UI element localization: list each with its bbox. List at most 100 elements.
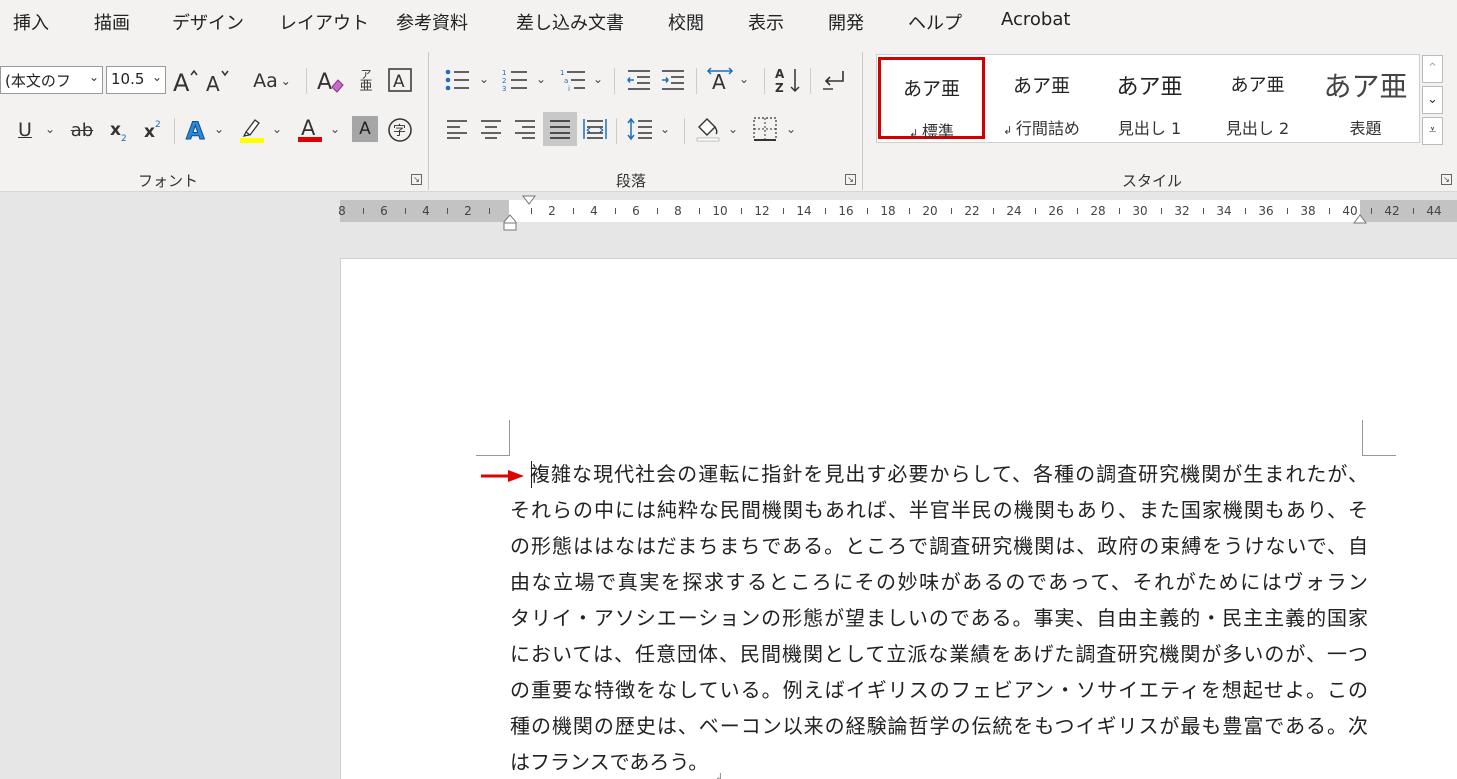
chevron-down-icon[interactable]: ⌄ bbox=[214, 122, 224, 136]
chevron-down-icon[interactable]: ⌄ bbox=[593, 72, 603, 86]
style-sample: あア亜 bbox=[1116, 75, 1183, 100]
styles-gallery: あア亜 ↲ 標準 あア亜 ↲ 行間詰め あア亜 見出し 1 あア亜 見出し 2 … bbox=[876, 54, 1420, 143]
style-name: ↲ 行間詰め bbox=[1003, 119, 1080, 138]
highlight-button[interactable] bbox=[236, 114, 268, 144]
gallery-scroll-up-icon[interactable]: ⌃ bbox=[1422, 55, 1443, 83]
distributed-button[interactable] bbox=[580, 114, 610, 144]
superscript-button[interactable]: x2 bbox=[140, 116, 166, 144]
svg-text:2: 2 bbox=[502, 77, 506, 85]
chevron-down-icon[interactable]: ⌄ bbox=[272, 122, 282, 136]
clear-formatting-button[interactable]: A bbox=[314, 66, 346, 96]
align-center-button[interactable] bbox=[476, 114, 506, 144]
font-size-combo[interactable]: 10.5 ⌄ bbox=[106, 66, 166, 94]
red-arrow-icon bbox=[481, 470, 524, 482]
tab-insert[interactable]: 挿入 bbox=[13, 9, 49, 35]
character-border-icon: A bbox=[388, 68, 412, 92]
character-shading-button[interactable]: A bbox=[352, 116, 378, 142]
tab-developer[interactable]: 開発 bbox=[828, 9, 864, 35]
style-heading-1[interactable]: あア亜 見出し 1 bbox=[1096, 57, 1203, 139]
svg-text:a: a bbox=[564, 77, 568, 85]
subscript-button[interactable]: x2 bbox=[106, 116, 132, 144]
chevron-down-icon[interactable]: ⌄ bbox=[739, 72, 749, 86]
tab-help[interactable]: ヘルプ bbox=[908, 9, 962, 35]
character-shading-icon: A bbox=[359, 119, 371, 139]
chevron-down-icon[interactable]: ⌄ bbox=[479, 72, 489, 86]
gallery-more-icon[interactable]: ⩡ bbox=[1422, 117, 1443, 145]
style-heading-2[interactable]: あア亜 見出し 2 bbox=[1204, 57, 1311, 139]
tab-mailings[interactable]: 差し込み文書 bbox=[516, 9, 624, 35]
character-width-button[interactable]: A bbox=[704, 64, 736, 94]
tab-acrobat[interactable]: Acrobat bbox=[1001, 9, 1070, 30]
sort-button[interactable]: AZ bbox=[772, 64, 804, 96]
tab-view[interactable]: 表示 bbox=[748, 9, 784, 35]
ruler-tick bbox=[489, 208, 490, 214]
chevron-down-icon[interactable]: ⌄ bbox=[728, 122, 738, 136]
increase-indent-button[interactable] bbox=[658, 66, 688, 94]
chevron-down-icon[interactable]: ⌄ bbox=[660, 122, 670, 136]
ruler-tick bbox=[447, 208, 448, 214]
tab-references[interactable]: 参考資料 bbox=[396, 9, 468, 35]
first-line-indent-marker-icon[interactable] bbox=[522, 195, 536, 205]
justify-button[interactable] bbox=[543, 112, 577, 146]
tab-review[interactable]: 校閲 bbox=[668, 9, 704, 35]
chevron-down-icon[interactable]: ⌄ bbox=[786, 122, 796, 136]
style-normal[interactable]: あア亜 ↲ 標準 bbox=[878, 57, 985, 141]
decrease-indent-button[interactable] bbox=[624, 66, 654, 94]
ruler-tick bbox=[825, 208, 826, 214]
font-name-combo[interactable]: (本文のフ ⌄ bbox=[0, 66, 103, 94]
underline-button[interactable]: U bbox=[12, 116, 38, 144]
tab-design[interactable]: デザイン bbox=[172, 9, 244, 35]
shrink-font-icon: A bbox=[206, 70, 229, 95]
chevron-down-icon[interactable]: ⌄ bbox=[536, 72, 546, 86]
ruler-number: 40 bbox=[1342, 204, 1358, 218]
change-case-button[interactable]: Aa ⌄ bbox=[248, 68, 296, 94]
multilevel-list-button[interactable]: 1ai bbox=[558, 66, 588, 94]
bullets-button[interactable] bbox=[442, 66, 472, 94]
horizontal-ruler[interactable]: 8 6 4 2 2 4 6 8 10 12 14 16 18 20 22 24 26 28 30 32 34 36 38 40… bbox=[338, 195, 1457, 231]
divider bbox=[174, 118, 175, 144]
paragraph-dialog-launcher-icon[interactable]: ↘ bbox=[845, 174, 856, 185]
tab-draw[interactable]: 描画 bbox=[94, 9, 130, 35]
chevron-down-icon[interactable]: ⌄ bbox=[330, 122, 340, 136]
justify-icon bbox=[550, 120, 570, 139]
tab-layout[interactable]: レイアウト bbox=[279, 9, 369, 35]
ruler-tick bbox=[1413, 208, 1414, 214]
align-right-button[interactable] bbox=[510, 114, 540, 144]
gallery-scroll-down-icon[interactable]: ⌄ bbox=[1422, 86, 1443, 114]
ruler-number: 34 bbox=[1216, 204, 1232, 218]
align-left-button[interactable] bbox=[442, 114, 472, 144]
borders-button[interactable] bbox=[750, 114, 780, 144]
font-dialog-launcher-icon[interactable]: ↘ bbox=[411, 174, 422, 185]
line-spacing-button[interactable] bbox=[624, 114, 656, 144]
enclose-characters-button[interactable]: 字 bbox=[386, 116, 414, 144]
svg-text:A: A bbox=[301, 116, 316, 140]
chevron-down-icon: ⌄ bbox=[151, 70, 162, 84]
ruler-number: 4 bbox=[590, 204, 598, 218]
shading-button[interactable] bbox=[692, 112, 724, 144]
left-indent-marker-icon[interactable] bbox=[503, 213, 517, 231]
text-effects-button[interactable]: A bbox=[182, 114, 212, 144]
ruler-tick bbox=[699, 208, 700, 214]
font-color-button[interactable]: A bbox=[294, 114, 326, 144]
phonetic-guide-button[interactable]: ア 亜 bbox=[352, 64, 380, 98]
document-line: タリイ・アソシエーションの形態が望ましいのである。事実、自由主義的・民主主義的国… bbox=[510, 606, 1368, 630]
grow-font-button[interactable]: A bbox=[170, 66, 200, 96]
svg-text:A: A bbox=[206, 72, 220, 95]
numbering-button[interactable]: 123 bbox=[500, 66, 530, 94]
shrink-font-button[interactable]: A bbox=[202, 66, 232, 96]
multilevel-list-icon: 1ai bbox=[560, 69, 585, 92]
svg-text:字: 字 bbox=[393, 124, 406, 139]
document-body[interactable]: 複雑な現代社会の運転に指針を見出す必要からして、各種の調査研究機関が生まれたが、… bbox=[510, 456, 1368, 779]
style-no-spacing[interactable]: あア亜 ↲ 行間詰め bbox=[988, 57, 1095, 139]
style-title[interactable]: あア亜 表題 bbox=[1312, 57, 1419, 139]
svg-text:1: 1 bbox=[502, 69, 506, 77]
svg-text:x: x bbox=[110, 120, 121, 140]
svg-text:x: x bbox=[144, 122, 155, 142]
style-name: ↲ 標準 bbox=[909, 122, 954, 141]
chevron-down-icon[interactable]: ⌄ bbox=[45, 122, 55, 136]
strikethrough-button[interactable]: ab bbox=[68, 116, 96, 144]
svg-text:i: i bbox=[568, 85, 570, 92]
styles-dialog-launcher-icon[interactable]: ↘ bbox=[1441, 174, 1452, 185]
character-border-button[interactable]: A bbox=[386, 66, 414, 94]
show-paragraph-marks-button[interactable] bbox=[818, 64, 850, 96]
